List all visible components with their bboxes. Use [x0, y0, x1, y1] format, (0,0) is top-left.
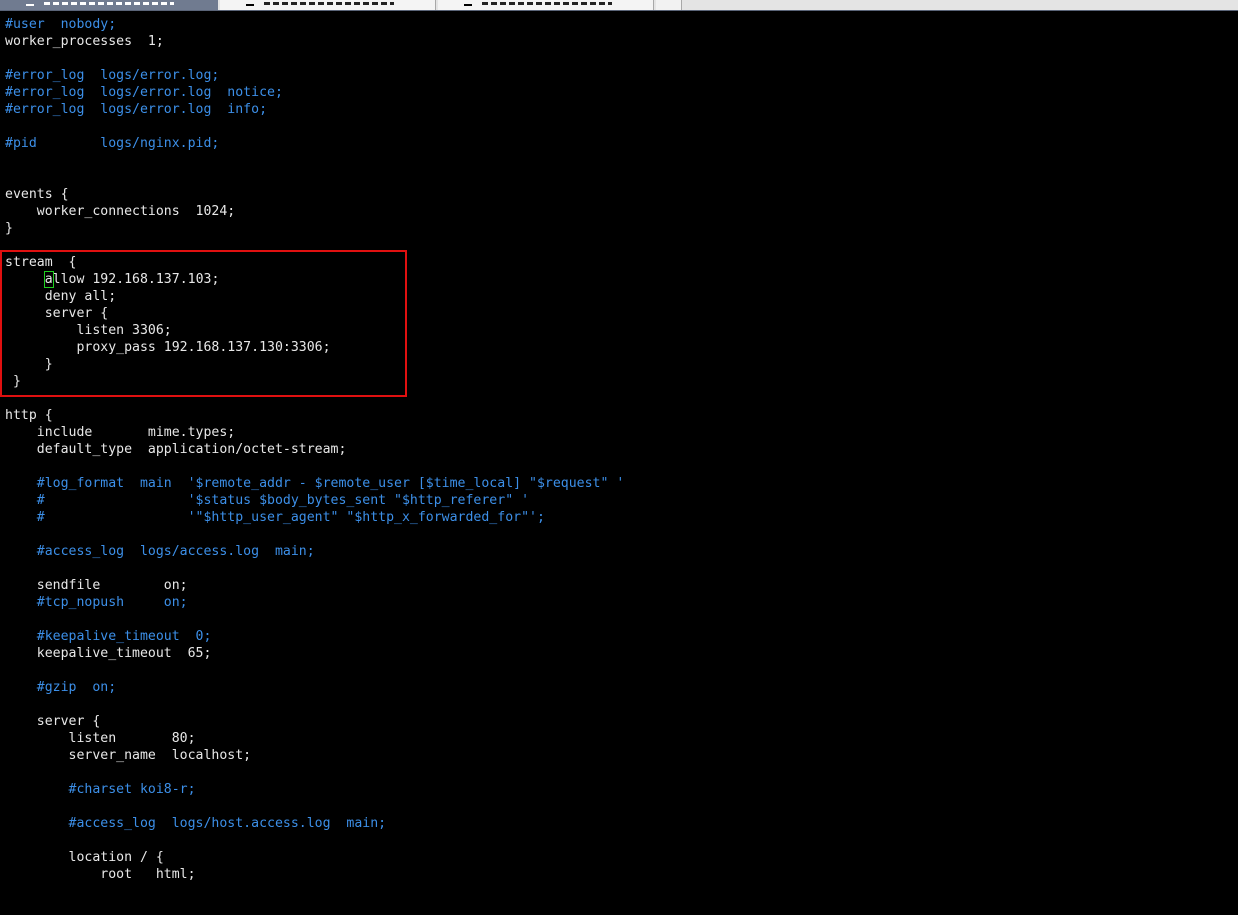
tab-label-truncated — [482, 2, 612, 5]
comment-line: #access_log logs/host.access.log main; — [5, 816, 387, 831]
tab-icon — [464, 4, 472, 6]
tab-icon — [246, 4, 254, 6]
code-line: keepalive_timeout 65; — [5, 646, 212, 661]
comment-line: #pid logs/nginx.pid; — [5, 136, 220, 151]
code-line: server { — [5, 714, 101, 729]
code-line: worker_connections 1024; — [5, 204, 236, 219]
comment-line: #keepalive_timeout 0; — [5, 629, 212, 644]
code-line: worker_processes 1; — [5, 34, 164, 49]
comment-line: #access_log logs/access.log main; — [5, 544, 315, 559]
code-line: default_type application/octet-stream; — [5, 442, 347, 457]
code-line: location / { — [5, 850, 164, 865]
session-tab-bar — [0, 0, 1238, 11]
tab-label-truncated — [264, 2, 394, 5]
code-line: include mime.types; — [5, 425, 236, 440]
session-tab-1[interactable] — [0, 0, 218, 10]
highlight-box-stream-block — [0, 250, 407, 397]
comment-line: #gzip on; — [5, 680, 117, 695]
code-line: sendfile on; — [5, 578, 188, 593]
terminal-editor[interactable]: #user nobody; worker_processes 1; #error_l… — [5, 16, 624, 883]
code-line: events { — [5, 187, 69, 202]
comment-line: #log_format main '$remote_addr - $remote… — [5, 476, 625, 491]
code-line: root html; — [5, 867, 196, 882]
code-line: listen 80; — [5, 731, 196, 746]
comment-line: #error_log logs/error.log; — [5, 68, 220, 83]
comment-line: #user nobody; — [5, 17, 117, 32]
tab-label-truncated — [44, 2, 174, 5]
comment-line: # '$status $body_bytes_sent "$http_refer… — [5, 493, 530, 508]
comment-line: #error_log logs/error.log info; — [5, 102, 268, 117]
code-line: } — [5, 221, 13, 236]
tab-icon — [26, 4, 34, 6]
session-tab-2[interactable] — [220, 0, 436, 10]
session-tab-3[interactable] — [438, 0, 654, 10]
comment-line: # '"$http_user_agent" "$http_x_forwarded… — [5, 510, 545, 525]
code-line: http { — [5, 408, 53, 423]
comment-line: #tcp_nopush on; — [5, 595, 188, 610]
code-line: server_name localhost; — [5, 748, 252, 763]
new-tab-button[interactable] — [656, 0, 682, 10]
comment-line: #error_log logs/error.log notice; — [5, 85, 283, 100]
comment-line: #charset koi8-r; — [5, 782, 196, 797]
